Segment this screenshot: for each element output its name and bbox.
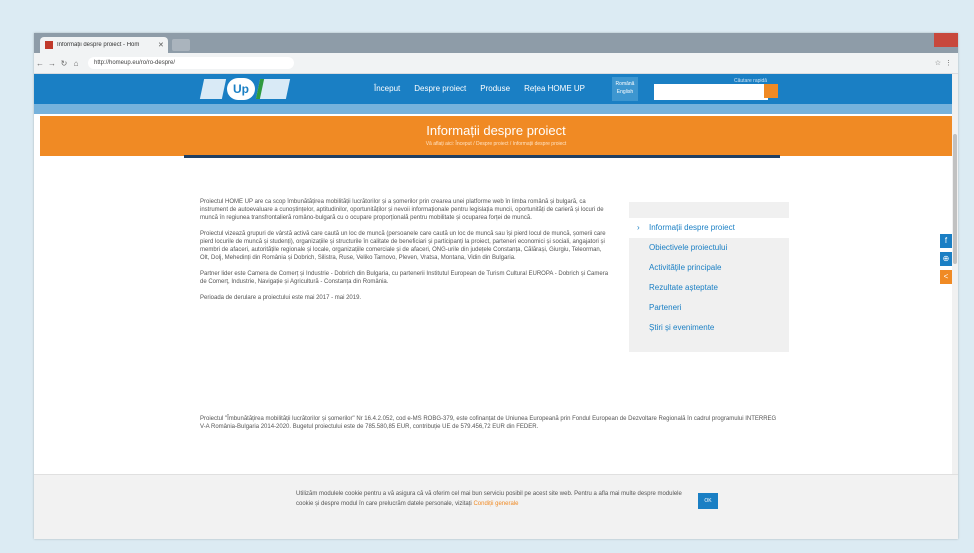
page-scrollbar[interactable] [952, 74, 958, 539]
cookie-bar: Utilizăm modulele cookie pentru a vă asi… [34, 474, 958, 539]
nav-item-retea[interactable]: Rețea HOME UP [524, 84, 585, 93]
nav-item-despre-proiect[interactable]: Despre proiect [414, 84, 466, 93]
lang-en[interactable]: English [612, 88, 638, 96]
cookie-terms-link[interactable]: Condiții generale [473, 501, 518, 507]
favicon-icon [45, 41, 53, 49]
maximize-button[interactable] [916, 33, 934, 47]
web-page: Up Început Despre proiect Produse Rețea … [34, 74, 958, 539]
back-icon[interactable]: ← [34, 59, 46, 68]
search-button[interactable] [764, 84, 778, 98]
sidebar-item-stiri[interactable]: Știri și evenimente [629, 318, 789, 338]
breadcrumb: Vă aflați aici: Început / Despre proiect… [425, 141, 567, 147]
nav-item-inceput[interactable]: Început [374, 84, 400, 93]
logo-e-mark [255, 79, 291, 99]
forward-icon[interactable]: → [46, 59, 58, 68]
minimize-button[interactable] [898, 33, 916, 47]
home-icon[interactable]: ⌂ [70, 59, 82, 68]
browser-window: Informații despre proiect - Hom ✕ ← → ↻ … [34, 33, 958, 539]
sidebar-item-informatii[interactable]: Informații despre proiect [629, 218, 789, 238]
content-paragraph: Perioada de derulare a proiectului este … [200, 295, 362, 301]
share-icon[interactable]: < [940, 270, 952, 284]
facebook-icon[interactable]: f [940, 234, 952, 248]
cookie-text: Utilizăm modulele cookie pentru a vă asi… [296, 489, 682, 509]
cookie-ok-button[interactable]: OK [698, 493, 718, 509]
logo-up: Up [227, 78, 255, 100]
nav-item-produse[interactable]: Produse [480, 84, 510, 93]
lang-ro[interactable]: Română [612, 80, 638, 88]
browser-titlebar: Informații despre proiect - Hom ✕ [34, 33, 958, 53]
sidebar-item-parteneri[interactable]: Parteneri [629, 298, 789, 318]
search-input[interactable] [654, 84, 768, 100]
sidebar-item-activitati[interactable]: Activitățile principale [629, 258, 789, 278]
sidebar-menu: Informații despre proiect Obiectivele pr… [629, 202, 789, 352]
sidebar-item-rezultate[interactable]: Rezultate așteptate [629, 278, 789, 298]
browser-tab[interactable]: Informații despre proiect - Hom ✕ [40, 37, 168, 53]
scrollbar-thumb[interactable] [953, 134, 957, 264]
funding-paragraph: Proiectul "Îmbunătățirea mobilității luc… [200, 416, 777, 430]
content-paragraph: Proiectul HOME UP are ca scop îmbunătăți… [200, 199, 604, 221]
site-logo[interactable]: Up [199, 77, 296, 101]
page-title: Informații despre proiect [426, 123, 566, 138]
logo-h-mark [199, 79, 227, 99]
content-paragraph: Proiectul vizează grupuri de vârstă acti… [200, 231, 606, 261]
menu-icon[interactable]: ⋮ [945, 59, 952, 67]
banner-underline [184, 155, 780, 158]
browser-toolbar: ← → ↻ ⌂ http://homeup.eu/ro/ro-despre/ ☆… [34, 53, 958, 74]
content-paragraph: Partner lider este Camera de Comerț și I… [200, 271, 609, 285]
language-switcher[interactable]: Română English [612, 77, 638, 101]
tab-title: Informații despre proiect - Hom [57, 42, 140, 48]
star-icon[interactable]: ☆ [935, 59, 941, 67]
main-nav: Început Despre proiect Produse Rețea HOM… [374, 84, 585, 93]
floating-share: f ⊕ < [940, 234, 952, 288]
window-controls [898, 33, 958, 47]
sidebar-item-obiective[interactable]: Obiectivele proiectului [629, 238, 789, 258]
new-tab-button[interactable] [172, 39, 190, 51]
site-header: Up Început Despre proiect Produse Rețea … [34, 74, 958, 104]
page-banner: Informații despre proiect Vă aflați aici… [40, 116, 952, 156]
link-icon[interactable]: ⊕ [940, 252, 952, 266]
reload-icon[interactable]: ↻ [58, 59, 70, 68]
header-subbar [34, 104, 958, 114]
address-bar[interactable]: http://homeup.eu/ro/ro-despre/ [88, 57, 294, 69]
tab-close-icon[interactable]: ✕ [158, 41, 168, 49]
main-content: Proiectul HOME UP are ca scop îmbunătăți… [200, 198, 610, 310]
close-window-button[interactable] [934, 33, 958, 47]
